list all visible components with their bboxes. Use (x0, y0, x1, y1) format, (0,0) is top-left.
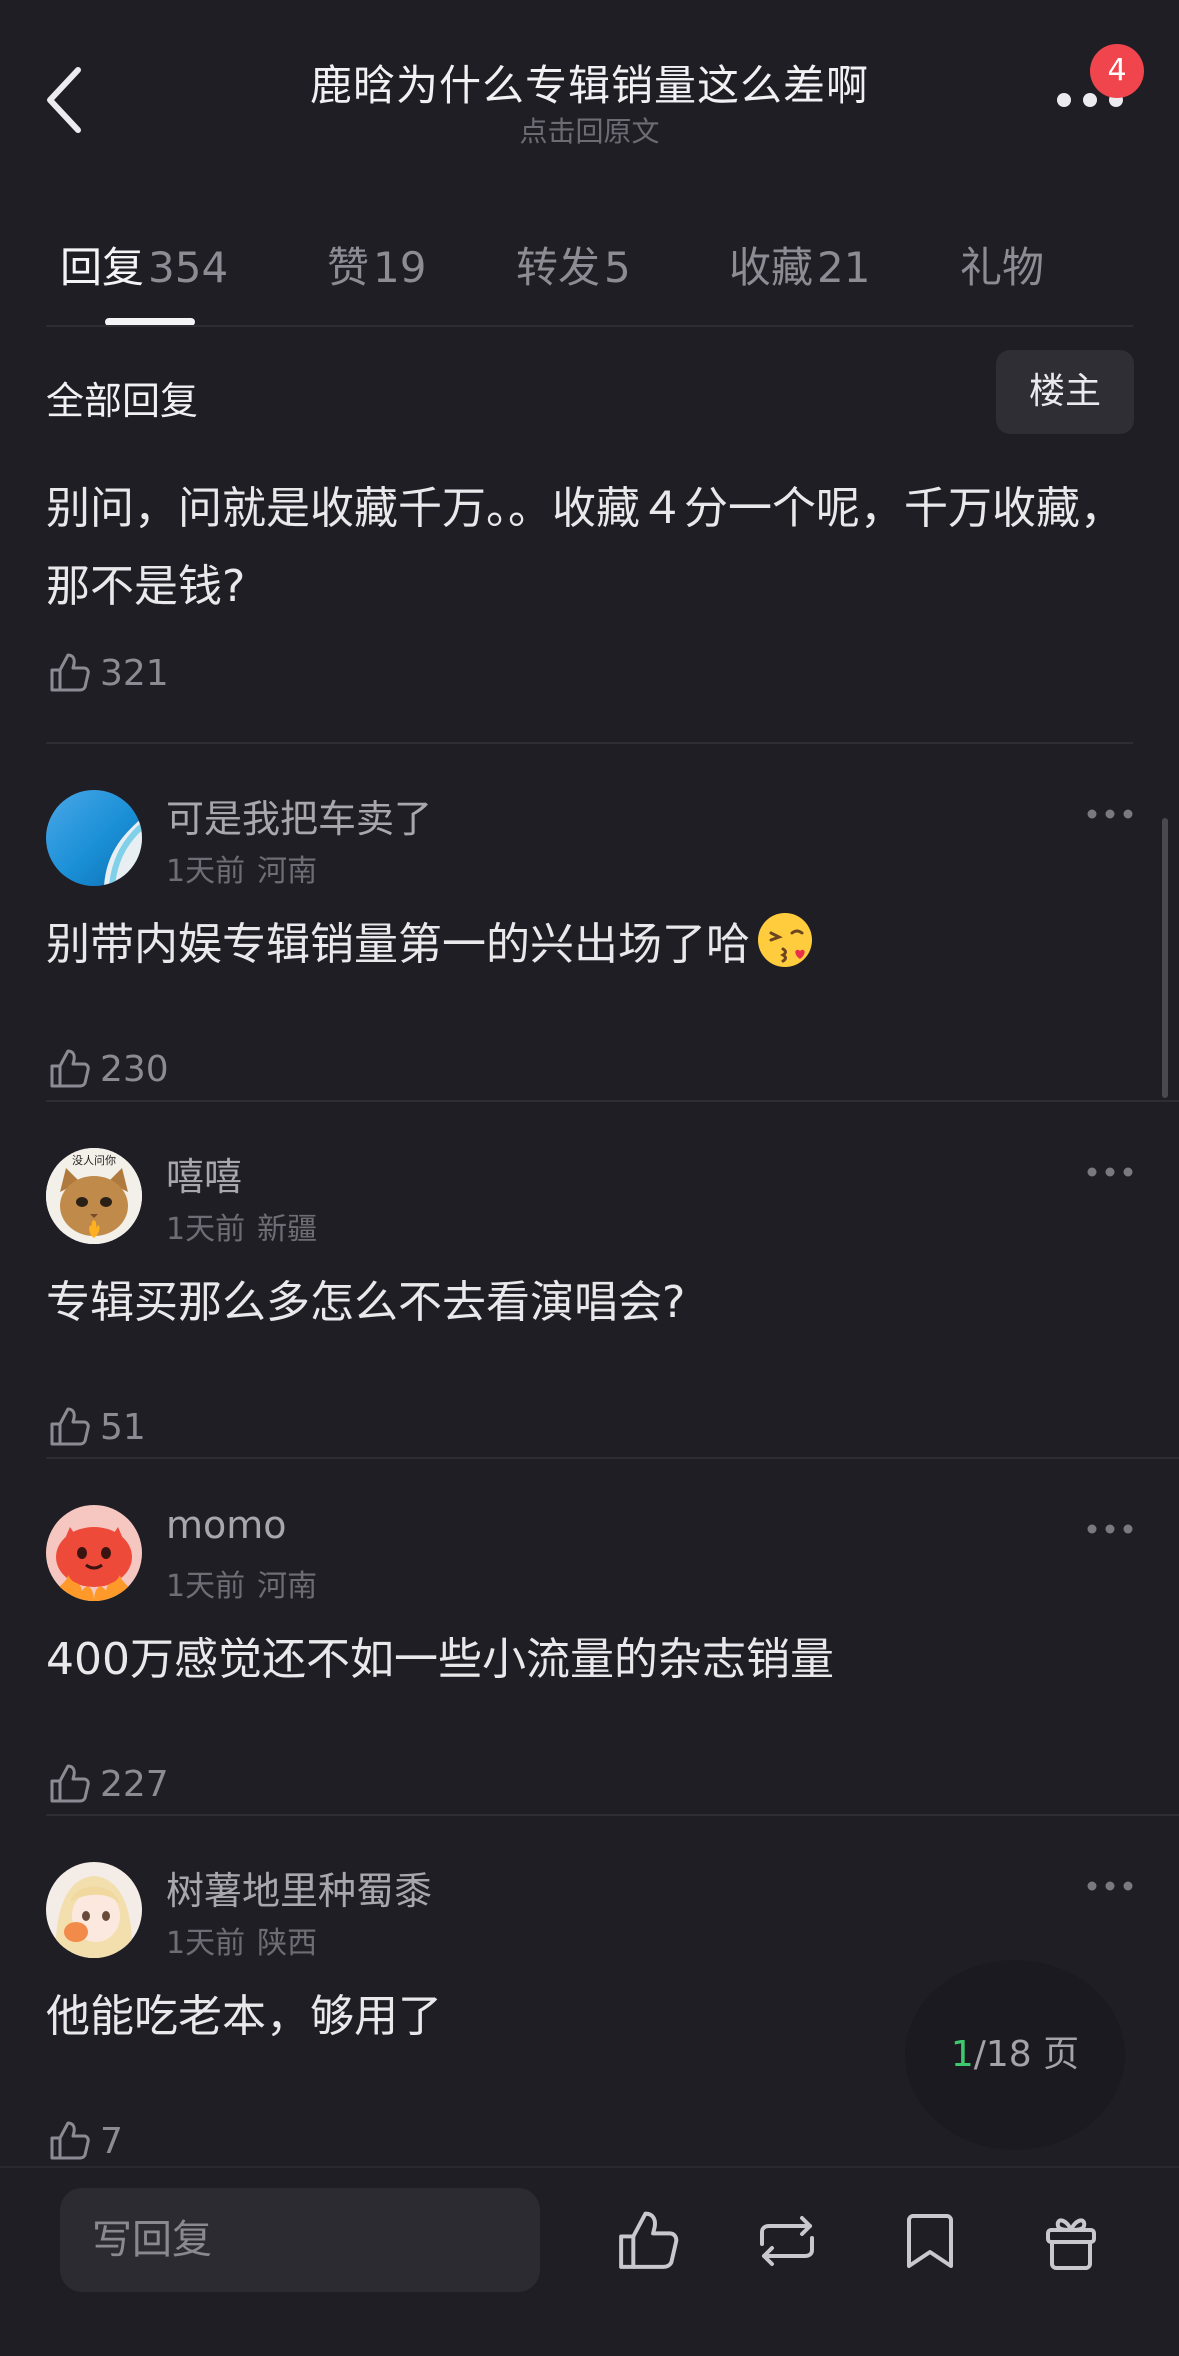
like-button[interactable]: 227 (46, 1759, 169, 1809)
repost-button[interactable] (752, 2206, 822, 2276)
divider (0, 2166, 1179, 2168)
current-page: 1 (950, 2034, 974, 2075)
cartoon-avatar-image (46, 1505, 142, 1601)
comment-meta: 1天前 陕西 (166, 1918, 317, 1962)
all-replies-heading: 全部回复 (46, 379, 199, 423)
username[interactable]: 嘻嘻 (166, 1146, 242, 1201)
like-count: 321 (100, 652, 169, 694)
like-count: 227 (100, 1763, 169, 1805)
comment-time: 1天前 (166, 1926, 246, 1961)
comment-body: 别带内娱专辑销量第一的兴出场了哈 (46, 906, 1136, 984)
tab-label: 转发 (516, 243, 601, 292)
divider (46, 325, 1133, 327)
comment-text: 别问，问就是收藏千万。。收藏４分一个呢，千万收藏，那不是钱? (46, 483, 1124, 612)
username[interactable]: 树薯地里种蜀黍 (166, 1860, 432, 1915)
thumbs-up-icon (50, 1049, 90, 1088)
thumbs-up-icon (50, 1407, 90, 1446)
tab-count: 354 (148, 243, 229, 292)
like-count: 230 (100, 1048, 169, 1090)
comment-meta: 1天前 新疆 (166, 1204, 317, 1248)
like-post-button[interactable] (612, 2206, 682, 2276)
username[interactable]: 可是我把车卖了 (166, 788, 432, 843)
comment-more-button[interactable] (1086, 1878, 1134, 1894)
scrollbar[interactable] (1162, 818, 1168, 1098)
gift-icon (1046, 2218, 1096, 2270)
tab-label: 赞 (327, 243, 370, 292)
comment-text: 400万感觉还不如一些小流量的杂志销量 (46, 1634, 834, 1685)
thumbs-up-icon (619, 2211, 679, 2269)
like-button[interactable]: 51 (46, 1402, 146, 1452)
username[interactable]: momo (166, 1503, 287, 1547)
more-dots-icon (1087, 809, 1133, 819)
reply-input[interactable]: 写回复 (60, 2188, 540, 2292)
thumbs-up-icon (50, 2121, 90, 2160)
comment-location: 新疆 (257, 1212, 318, 1247)
like-button[interactable]: 7 (46, 2116, 123, 2166)
comment-more-button[interactable] (1086, 806, 1134, 822)
tab-favorites[interactable]: 收藏21 (729, 234, 870, 295)
comment-more-button[interactable] (1086, 1521, 1134, 1537)
comment-time: 1天前 (166, 854, 246, 889)
avatar[interactable]: 没人问你 (46, 1148, 142, 1244)
comment-text: 专辑买那么多怎么不去看演唱会? (46, 1277, 686, 1328)
avatar[interactable] (46, 790, 142, 886)
tab-count: 19 (373, 243, 427, 292)
anime-avatar-image (46, 1862, 142, 1958)
more-dots-icon (1087, 1881, 1133, 1891)
more-dots-icon (1087, 1167, 1133, 1177)
like-count: 7 (100, 2120, 123, 2162)
more-dots-icon (1087, 1524, 1133, 1534)
tab-count: 21 (817, 243, 871, 292)
tab-reposts[interactable]: 转发5 (516, 234, 631, 295)
top-nav-bar: 鹿晗为什么专辑销量这么差啊 点击回原文 4 (0, 0, 1179, 190)
comment-time: 1天前 (166, 1212, 246, 1247)
thumbs-up-icon (50, 1764, 90, 1803)
repost-icon (760, 2216, 814, 2266)
cat-avatar-image: 没人问你 (46, 1148, 142, 1244)
tab-replies[interactable]: 回复354 (60, 234, 228, 295)
bottom-action-bar: 写回复 (0, 2166, 1179, 2356)
ocean-avatar-image (46, 790, 142, 886)
total-pages: /18 页 (973, 2034, 1080, 2075)
comment-text: 别带内娱专辑销量第一的兴出场了哈 (46, 919, 750, 970)
tab-label: 收藏 (729, 243, 814, 292)
back-to-original-link[interactable]: 点击回原文 (0, 110, 1179, 150)
comment-location: 河南 (257, 854, 318, 889)
thumbs-up-icon (50, 653, 90, 692)
comment-meta: 1天前 河南 (166, 1561, 317, 1605)
gift-button[interactable] (1036, 2206, 1106, 2276)
comment-meta: 1天前 河南 (166, 846, 317, 890)
comment-more-button[interactable] (1086, 1164, 1134, 1180)
tab-label: 回复 (60, 243, 145, 292)
avatar[interactable] (46, 1862, 142, 1958)
op-only-button[interactable]: 楼主 (996, 350, 1134, 434)
tab-count: 5 (604, 243, 631, 292)
notification-badge: 4 (1090, 44, 1144, 98)
like-button[interactable]: 230 (46, 1044, 169, 1094)
divider (46, 1457, 1179, 1459)
like-button[interactable]: 321 (46, 648, 169, 698)
divider (46, 742, 1133, 744)
tab-label: 礼物 (960, 243, 1045, 292)
page-title[interactable]: 鹿晗为什么专辑销量这么差啊 (0, 52, 1179, 113)
tab-likes[interactable]: 赞19 (327, 234, 426, 295)
comment-time: 1天前 (166, 1569, 246, 1604)
bookmark-icon (907, 2214, 953, 2268)
page-indicator[interactable]: 1/18 页 (905, 1960, 1125, 2150)
avatar[interactable] (46, 1505, 142, 1601)
kissing-face-emoji-icon (758, 913, 812, 967)
tab-bar: 回复354 赞19 转发5 收藏21 礼物 (0, 222, 1179, 326)
comment-location: 陕西 (257, 1926, 318, 1961)
favorite-button[interactable] (895, 2206, 965, 2276)
avatar-caption: 没人问你 (72, 1154, 116, 1167)
divider (46, 1814, 1179, 1816)
tab-gifts[interactable]: 礼物 (960, 234, 1044, 295)
comment-location: 河南 (257, 1569, 318, 1604)
divider (46, 1100, 1179, 1102)
like-count: 51 (100, 1406, 146, 1448)
